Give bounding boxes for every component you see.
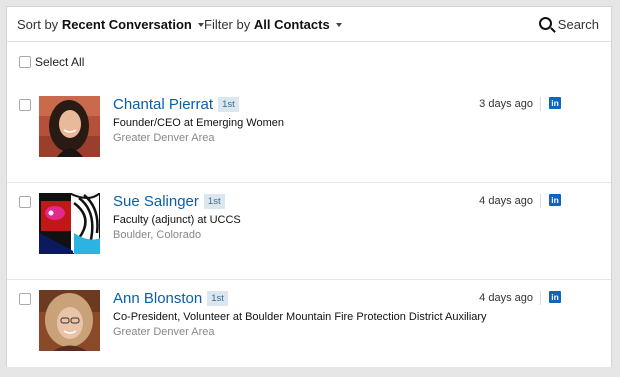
contacts-panel: Sort by Recent Conversation Filter by Al… <box>6 6 612 367</box>
linkedin-icon[interactable]: in <box>549 291 561 303</box>
filter-value: All Contacts <box>253 17 330 32</box>
select-all-label: Select All <box>35 55 85 69</box>
list-item[interactable]: Sue Salinger 1st Faculty (adjunct) at UCC… <box>7 183 611 280</box>
search-icon <box>538 17 552 30</box>
contact-name[interactable]: Chantal Pierrat 1st <box>113 96 239 113</box>
row-checkbox[interactable] <box>19 293 31 305</box>
divider <box>540 291 541 305</box>
toolbar: Sort by Recent Conversation Filter by Al… <box>7 7 611 42</box>
select-all-checkbox[interactable] <box>19 56 31 68</box>
contact-title: Co-President, Volunteer at Boulder Mount… <box>113 311 487 323</box>
contact-title: Founder/CEO at Emerging Women <box>113 117 284 129</box>
row-checkbox[interactable] <box>19 99 31 111</box>
sort-dropdown[interactable]: Sort by Recent Conversation <box>17 17 204 32</box>
contact-location: Greater Denver Area <box>113 326 215 338</box>
connection-degree-badge: 1st <box>203 194 225 209</box>
avatar[interactable] <box>39 96 100 157</box>
connection-degree-badge: 1st <box>218 97 239 112</box>
divider <box>540 194 541 208</box>
last-contact-time: 4 days ago <box>479 195 533 207</box>
divider <box>540 97 541 111</box>
filter-prefix: Filter by <box>204 17 251 32</box>
linkedin-icon[interactable]: in <box>549 97 561 109</box>
chevron-down-icon <box>197 23 204 27</box>
search-button[interactable]: Search <box>538 17 599 32</box>
contact-name[interactable]: Ann Blonston 1st <box>113 290 228 307</box>
avatar[interactable] <box>39 290 100 351</box>
connection-degree-badge: 1st <box>207 291 228 306</box>
list-item[interactable]: Ann Blonston 1st Co-President, Volunteer … <box>7 280 611 377</box>
contact-name[interactable]: Sue Salinger 1st <box>113 193 225 210</box>
contact-title: Faculty (adjunct) at UCCS <box>113 214 241 226</box>
contact-location: Greater Denver Area <box>113 132 215 144</box>
avatar[interactable] <box>39 193 100 254</box>
list-item[interactable]: Chantal Pierrat 1st Founder/CEO at Emergi… <box>7 86 611 183</box>
last-contact-time: 3 days ago <box>479 98 533 110</box>
filter-dropdown[interactable]: Filter by All Contacts <box>204 17 342 32</box>
row-checkbox[interactable] <box>19 196 31 208</box>
sort-prefix: Sort by <box>17 17 59 32</box>
linkedin-icon[interactable]: in <box>549 194 561 206</box>
last-contact-time: 4 days ago <box>479 292 533 304</box>
contact-location: Boulder, Colorado <box>113 229 202 241</box>
search-label: Search <box>557 17 599 32</box>
sort-value: Recent Conversation <box>61 17 192 32</box>
chevron-down-icon <box>335 23 342 27</box>
